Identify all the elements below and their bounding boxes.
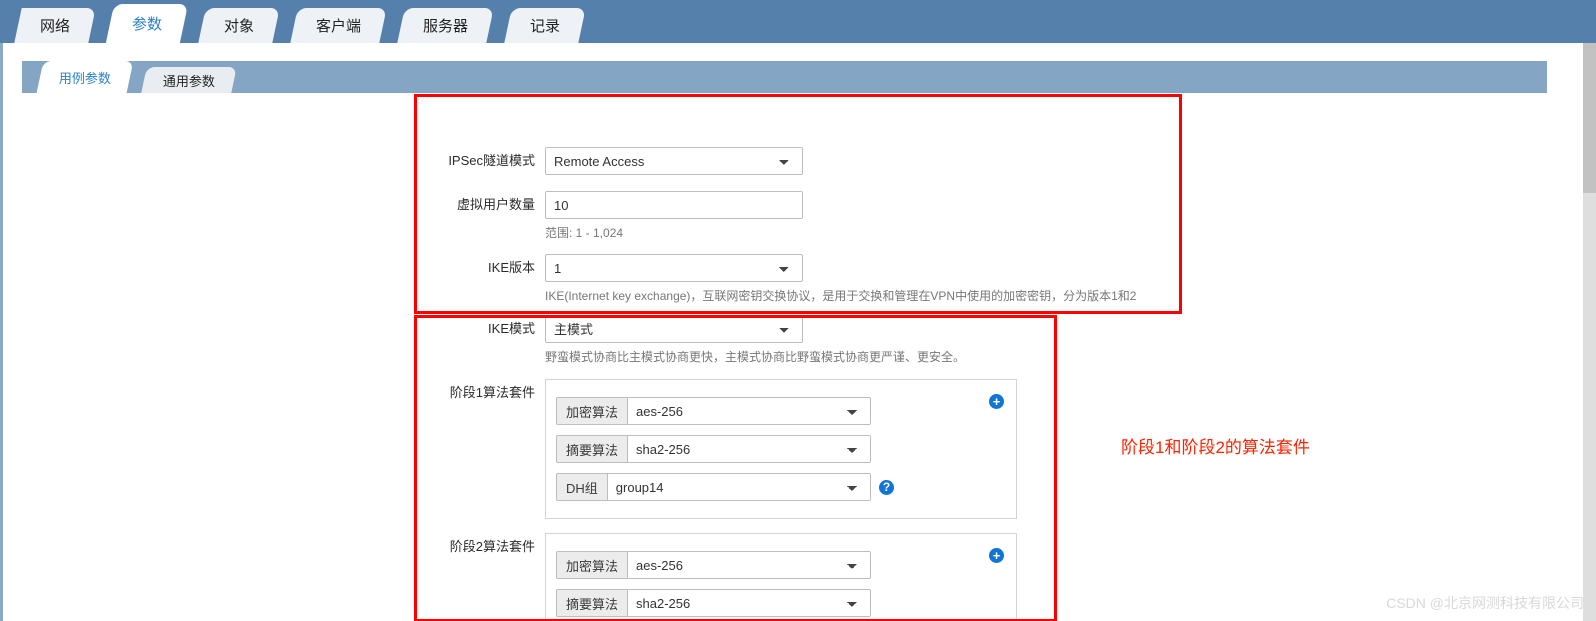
sub-tab-list: 用例参数 通用参数 — [36, 61, 248, 93]
main-tab-label: 服务器 — [423, 18, 469, 35]
scrollbar-thumb[interactable] — [1583, 43, 1596, 193]
phase1-select-0[interactable]: aes-256 — [627, 397, 871, 425]
parameters-form: IPSec隧道模式 Remote AccessSite to Site 虚拟用户… — [3, 93, 1583, 621]
field-col-ike-version: 12 IKE(Internet key exchange)，互联网密钥交换协议，… — [545, 254, 1136, 304]
annotation-label-algorithm-suites: 阶段1和阶段2的算法套件 — [1121, 438, 1310, 457]
vertical-scrollbar[interactable] — [1583, 43, 1596, 621]
ike-version-select[interactable]: 12 — [545, 254, 803, 282]
field-row-tunnel-mode: IPSec隧道模式 Remote AccessSite to Site — [405, 147, 803, 175]
phase2-input-group-0: 加密算法 aes-256 — [556, 551, 871, 579]
phase2-label-1: 摘要算法 — [556, 589, 628, 617]
phase1-suite-box: + 加密算法 aes-256 摘要算法 sha2-256 DH组 group14? — [545, 379, 1017, 519]
phase1-row-0: 加密算法 aes-256 — [556, 392, 1016, 430]
phase1-select-1[interactable]: sha2-256 — [627, 435, 871, 463]
field-row-ike-mode: IKE模式 主模式野蛮模式 野蛮模式协商比主模式协商更快，主模式协商比野蛮模式协… — [405, 315, 965, 365]
sub-tab-label: 用例参数 — [59, 70, 112, 86]
phase1-row-1: 摘要算法 sha2-256 — [556, 430, 1016, 468]
main-tab-bar: 网络 参数 对象 客户端 服务器 记录 — [0, 0, 1596, 43]
phase1-label-1: 摘要算法 — [556, 435, 628, 463]
field-row-phase1-suite: 阶段1算法套件 + 加密算法 aes-256 摘要算法 sha2-256 DH组 grou… — [405, 379, 1017, 519]
main-tab-2[interactable]: 对象 — [198, 8, 280, 43]
phase2-select-1[interactable]: sha2-256 — [627, 589, 871, 617]
main-tab-4[interactable]: 服务器 — [397, 8, 494, 43]
label-ike-mode: IKE模式 — [488, 321, 535, 336]
main-tab-5[interactable]: 记录 — [504, 8, 586, 43]
help-circle-icon[interactable]: ? — [879, 479, 894, 495]
tunnel-mode-select[interactable]: Remote AccessSite to Site — [545, 147, 803, 175]
watermark: CSDN @北京网测科技有限公司 — [1386, 595, 1584, 611]
main-tab-label: 参数 — [132, 16, 163, 33]
hint-virtual-users: 范围: 1 - 1,024 — [545, 226, 624, 240]
field-row-phase2-suite: 阶段2算法套件 + 加密算法aes-256摘要算法sha2-256DH组grou… — [405, 533, 1017, 621]
label-phase1-suite: 阶段1算法套件 — [449, 385, 535, 400]
main-tab-0[interactable]: 网络 — [14, 8, 96, 43]
virtual-users-input[interactable] — [545, 191, 803, 219]
sub-tab-0[interactable]: 用例参数 — [36, 61, 134, 93]
main-tab-list: 网络 参数 对象 客户端 服务器 记录 — [14, 0, 600, 43]
label-tunnel-mode: IPSec隧道模式 — [448, 153, 535, 168]
plus-circle-icon[interactable]: + — [989, 548, 1004, 563]
field-col-ike-mode: 主模式野蛮模式 野蛮模式协商比主模式协商更快，主模式协商比野蛮模式协商更严谨、更… — [545, 315, 965, 365]
main-tab-label: 网络 — [40, 18, 71, 35]
phase2-row-1: 摘要算法 sha2-256 — [556, 584, 1016, 621]
main-tab-3[interactable]: 客户端 — [290, 8, 387, 43]
sub-tab-label: 通用参数 — [163, 73, 216, 89]
label-ike-version: IKE版本 — [488, 260, 535, 275]
phase2-row-0: 加密算法 aes-256 — [556, 546, 1016, 584]
main-tab-label: 记录 — [530, 18, 561, 35]
phase1-label-2: DH组 — [556, 473, 607, 501]
label-virtual-users: 虚拟用户数量 — [456, 197, 535, 212]
label-phase2-suite: 阶段2算法套件 — [449, 539, 535, 554]
phase2-input-group-1: 摘要算法 sha2-256 — [556, 589, 871, 617]
field-row-virtual-users: 虚拟用户数量 范围: 1 - 1,024 — [405, 191, 803, 241]
main-tab-label: 客户端 — [316, 18, 362, 35]
main-tab-label: 对象 — [224, 18, 255, 35]
phase2-label-0: 加密算法 — [556, 551, 628, 579]
phase1-input-group-0: 加密算法 aes-256 — [556, 397, 871, 425]
field-col-tunnel-mode: Remote AccessSite to Site — [545, 147, 803, 175]
field-row-ike-version: IKE版本 12 IKE(Internet key exchange)，互联网密… — [405, 254, 1136, 304]
sub-tab-1[interactable]: 通用参数 — [141, 67, 237, 93]
phase1-select-2[interactable]: group14 — [606, 473, 871, 501]
ike-mode-select[interactable]: 主模式野蛮模式 — [545, 315, 803, 343]
phase2-suite-box: + 加密算法aes-256摘要算法sha2-256DH组group14? — [545, 533, 1017, 621]
phase1-input-group-2: DH组 group14 — [556, 473, 871, 501]
field-col-virtual-users: 范围: 1 - 1,024 — [545, 191, 803, 241]
hint-ike-mode: 野蛮模式协商比主模式协商更快，主模式协商比野蛮模式协商更严谨、更安全。 — [545, 350, 966, 364]
hint-ike-version: IKE(Internet key exchange)，互联网密钥交换协议，是用于… — [545, 289, 1137, 303]
plus-circle-icon[interactable]: + — [989, 394, 1004, 409]
phase1-input-group-1: 摘要算法 sha2-256 — [556, 435, 871, 463]
phase1-label-0: 加密算法 — [556, 397, 628, 425]
content-panel: 用例参数 通用参数 IPSec隧道模式 Remote AccessSite to … — [0, 43, 1583, 621]
phase2-select-0[interactable]: aes-256 — [627, 551, 871, 579]
sub-tab-bar: 用例参数 通用参数 — [22, 61, 1547, 93]
phase1-row-2: DH组 group14? — [556, 468, 1016, 506]
main-tab-1[interactable]: 参数 — [105, 4, 189, 43]
